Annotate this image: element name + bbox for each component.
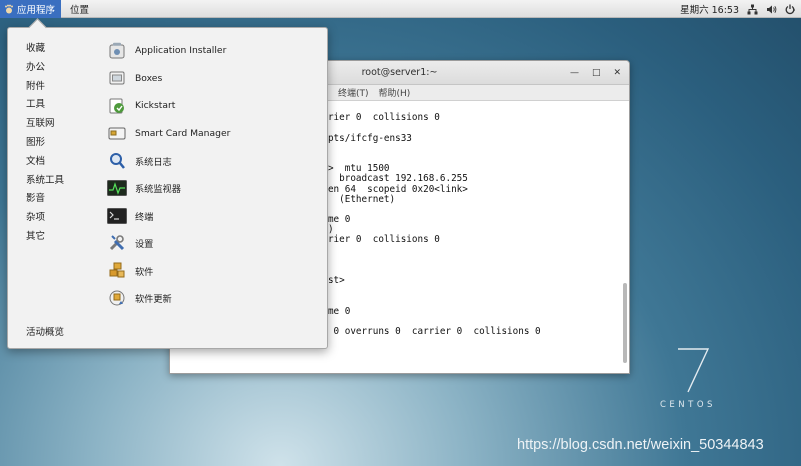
app-label: 系统监视器 — [135, 184, 181, 196]
terminal-icon — [107, 206, 127, 226]
category-item[interactable]: 影音 — [26, 190, 64, 209]
power-icon[interactable] — [785, 4, 795, 15]
log-viewer-icon — [107, 151, 127, 171]
centos-wordmark: CENTOS — [660, 400, 716, 410]
app-item-smart-card-manager[interactable]: Smart Card Manager — [107, 120, 230, 148]
app-label: Application Installer — [135, 45, 227, 57]
category-list: 收藏 办公 附件 工具 互联网 图形 文档 系统工具 影音 杂项 其它 — [26, 40, 64, 247]
package-installer-icon — [107, 41, 127, 61]
app-label: 系统日志 — [135, 156, 172, 168]
category-item[interactable]: 办公 — [26, 59, 64, 78]
menu-terminal[interactable]: 终端(T) — [338, 86, 369, 99]
app-item-software[interactable]: 软件 — [107, 257, 230, 285]
category-item[interactable]: 工具 — [26, 96, 64, 115]
category-item[interactable]: 系统工具 — [26, 172, 64, 191]
app-item-settings[interactable]: 设置 — [107, 230, 230, 258]
terminal-scrollbar[interactable] — [623, 283, 627, 363]
centos-seven-logo — [678, 348, 710, 393]
applications-dropdown: 收藏 办公 附件 工具 互联网 图形 文档 系统工具 影音 杂项 其它 Application In… — [7, 27, 328, 349]
category-item[interactable]: 附件 — [26, 78, 64, 97]
top-panel: 应用程序 位置 星期六 16:53 — [0, 0, 801, 18]
category-item[interactable]: 其它 — [26, 228, 64, 247]
applications-menu-label: 应用程序 — [17, 4, 56, 16]
app-item-software-update[interactable]: 软件更新 — [107, 285, 230, 313]
terminal-title: root@server1:~ — [361, 67, 438, 78]
category-item[interactable]: 图形 — [26, 134, 64, 153]
menu-help[interactable]: 帮助(H) — [379, 86, 411, 99]
app-list: Application Installer Boxes Kickstart Sm… — [107, 37, 230, 312]
close-icon[interactable]: ✕ — [613, 61, 621, 85]
settings-icon — [107, 233, 127, 253]
app-label: 软件 — [135, 266, 154, 278]
app-label: 软件更新 — [135, 294, 172, 306]
kickstart-icon — [107, 96, 127, 116]
volume-icon[interactable] — [766, 4, 777, 15]
clock[interactable]: 星期六 16:53 — [680, 2, 739, 16]
applications-menu-button[interactable]: 应用程序 — [0, 0, 62, 18]
app-item-kickstart[interactable]: Kickstart — [107, 92, 230, 120]
app-item-boxes[interactable]: Boxes — [107, 65, 230, 93]
software-icon — [107, 261, 127, 281]
app-label: Kickstart — [135, 100, 176, 112]
software-update-icon — [107, 288, 127, 308]
maximize-icon[interactable]: □ — [592, 61, 601, 85]
category-item[interactable]: 互联网 — [26, 115, 64, 134]
category-item[interactable]: 杂项 — [26, 209, 64, 228]
smart-card-icon — [107, 123, 127, 143]
system-monitor-icon — [107, 178, 127, 198]
watermark-text: https://blog.csdn.net/weixin_50344843 — [517, 437, 764, 453]
app-item-application-installer[interactable]: Application Installer — [107, 37, 230, 65]
app-item-system-monitor[interactable]: 系统监视器 — [107, 175, 230, 203]
category-item[interactable]: 收藏 — [26, 40, 64, 59]
network-icon[interactable] — [747, 4, 758, 15]
app-item-system-log[interactable]: 系统日志 — [107, 147, 230, 175]
app-label: Boxes — [135, 72, 163, 84]
activities-overview[interactable]: 活动概览 — [26, 324, 64, 338]
minimize-icon[interactable]: — — [570, 61, 579, 85]
gnome-foot-icon — [5, 4, 13, 13]
places-menu-button[interactable]: 位置 — [61, 2, 98, 16]
app-item-terminal[interactable]: 终端 — [107, 202, 230, 230]
boxes-icon — [107, 68, 127, 88]
app-label: Smart Card Manager — [135, 127, 231, 139]
category-item[interactable]: 文档 — [26, 153, 64, 172]
app-label: 终端 — [135, 211, 154, 223]
app-label: 设置 — [135, 239, 154, 251]
